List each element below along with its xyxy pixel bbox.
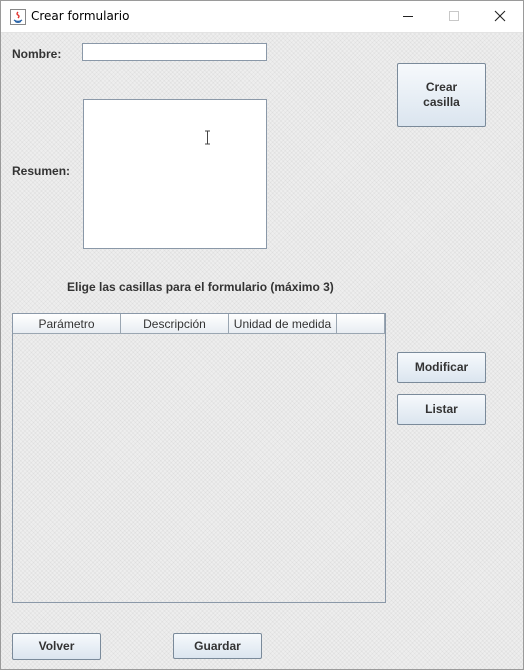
java-icon xyxy=(10,9,26,25)
crear-casilla-label-line2: casilla xyxy=(423,95,460,109)
window-title: Crear formulario xyxy=(31,9,130,23)
minimize-icon xyxy=(403,16,413,17)
volver-button[interactable]: Volver xyxy=(12,633,101,660)
casillas-table[interactable]: Parámetro Descripción Unidad de medida xyxy=(12,313,386,603)
crear-casilla-label-line1: Crear xyxy=(425,80,458,94)
resumen-label: Resumen: xyxy=(12,164,71,178)
crear-casilla-button[interactable]: Crear casilla xyxy=(397,63,486,127)
table-body xyxy=(13,334,385,602)
guardar-button[interactable]: Guardar xyxy=(173,633,262,659)
nombre-label: Nombre: xyxy=(12,47,62,61)
resumen-textarea[interactable] xyxy=(83,99,267,249)
column-header-parametro[interactable]: Parámetro xyxy=(13,314,121,334)
close-icon xyxy=(494,10,506,22)
minimize-button[interactable] xyxy=(385,1,431,32)
table-header: Parámetro Descripción Unidad de medida xyxy=(13,314,385,334)
close-button[interactable] xyxy=(477,1,523,32)
main-window: Crear formulario Nombre: Resumen: Crear … xyxy=(0,0,524,670)
column-header-descripcion[interactable]: Descripción xyxy=(121,314,229,334)
modificar-button[interactable]: Modificar xyxy=(397,352,486,383)
listar-button[interactable]: Listar xyxy=(397,394,486,425)
instructions-label: Elige las casillas para el formulario (m… xyxy=(67,280,334,294)
maximize-icon xyxy=(449,11,459,21)
text-cursor-icon xyxy=(205,130,210,145)
column-header-empty[interactable] xyxy=(337,314,385,334)
maximize-button[interactable] xyxy=(431,1,477,32)
title-bar: Crear formulario xyxy=(1,1,523,33)
column-header-unidad[interactable]: Unidad de medida xyxy=(229,314,337,334)
nombre-input[interactable] xyxy=(82,43,267,61)
